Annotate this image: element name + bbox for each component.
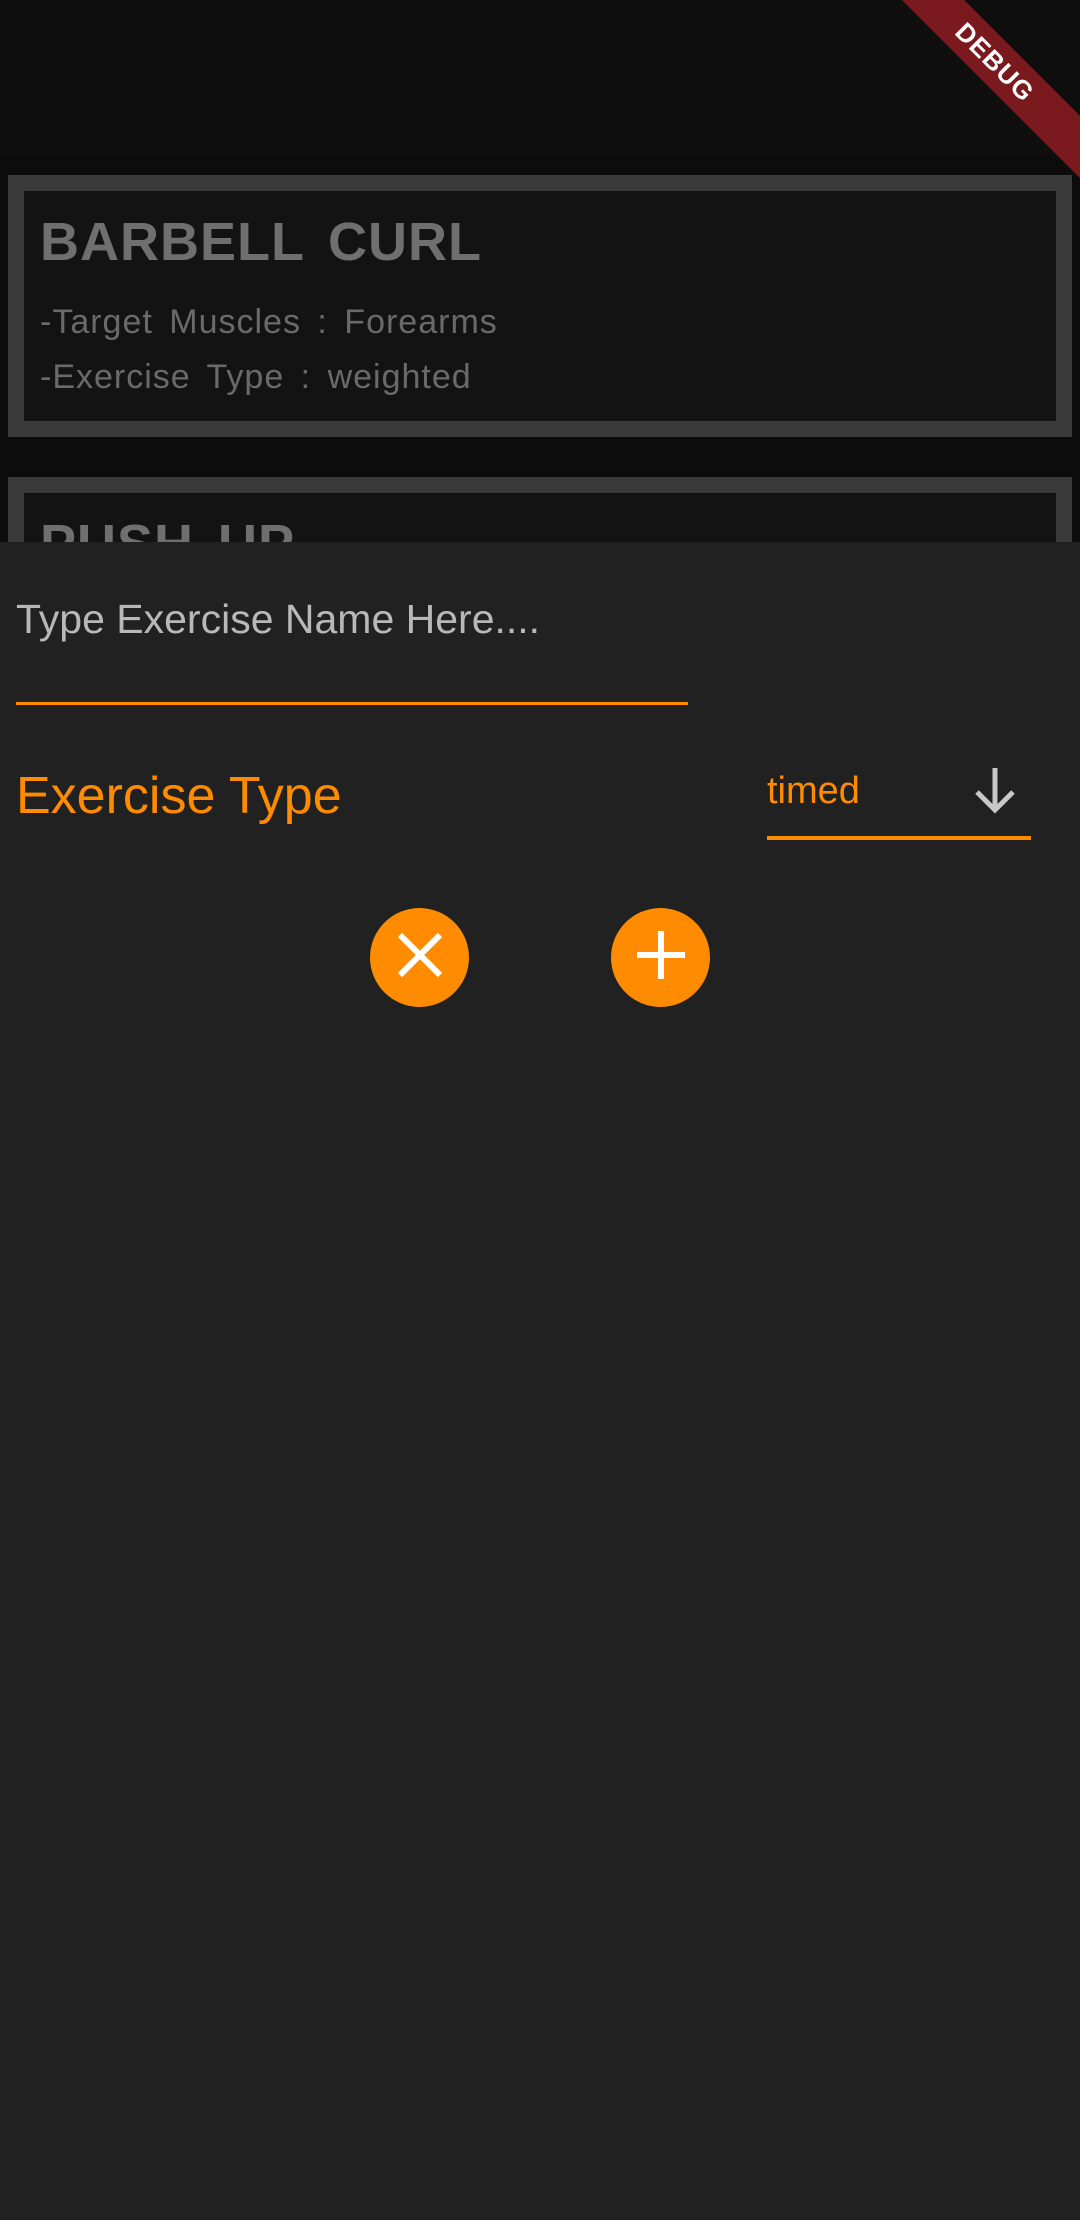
cancel-button[interactable]	[370, 908, 469, 1007]
exercise-list: BARBELL CURL -Target Muscles : Forearms …	[0, 155, 1080, 597]
exercise-card[interactable]: BARBELL CURL -Target Muscles : Forearms …	[8, 175, 1072, 437]
add-button[interactable]	[611, 908, 710, 1007]
close-icon	[392, 927, 448, 988]
exercise-name-underline	[16, 702, 688, 705]
arrow-down-icon	[967, 762, 1023, 818]
exercise-target-muscles: -Target Muscles : Forearms	[40, 303, 498, 341]
plus-icon	[633, 927, 689, 988]
app-bar	[0, 0, 1080, 155]
exercise-type: -Exercise Type : weighted	[40, 358, 472, 396]
dropdown-underline	[767, 836, 1031, 840]
add-exercise-sheet: Exercise Type timed	[0, 542, 1080, 2220]
exercise-type-selected: timed	[767, 770, 860, 812]
exercise-title: BARBELL CURL	[40, 212, 482, 272]
screen: DEBUG BARBELL CURL -Target Muscles : For…	[0, 0, 1080, 2220]
exercise-name-input[interactable]	[16, 592, 688, 646]
exercise-type-dropdown[interactable]: timed	[767, 762, 1031, 842]
exercise-type-label: Exercise Type	[16, 767, 342, 825]
